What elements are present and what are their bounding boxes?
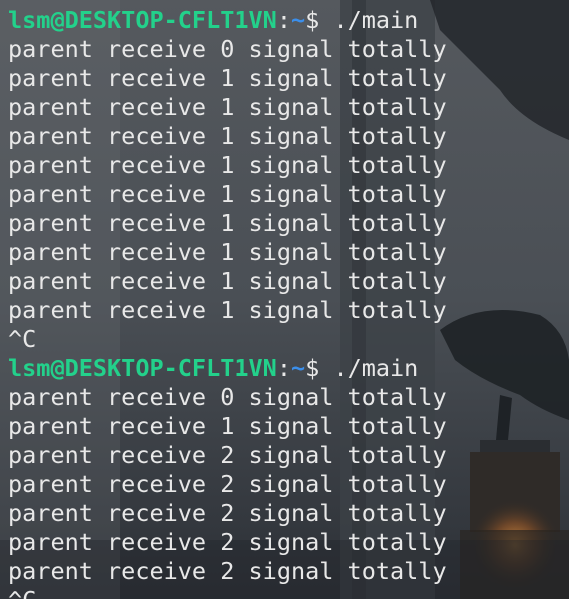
output-line: ^C <box>8 325 37 353</box>
prompt-symbol: $ <box>305 354 334 382</box>
output-line: parent receive 1 signal totally <box>8 122 447 150</box>
prompt-colon: : <box>276 354 291 382</box>
output-line: parent receive 1 signal totally <box>8 64 447 92</box>
terminal-output[interactable]: lsm@DESKTOP-CFLT1VN:~$ ./main parent rece… <box>8 6 563 599</box>
output-line: parent receive 1 signal totally <box>8 151 447 179</box>
output-line: parent receive 2 signal totally <box>8 441 447 469</box>
output-line: parent receive 2 signal totally <box>8 557 447 585</box>
prompt-path: ~ <box>290 354 306 382</box>
output-line: parent receive 0 signal totally <box>8 35 447 63</box>
output-line: parent receive 0 signal totally <box>8 383 447 411</box>
output-line: parent receive 1 signal totally <box>8 209 447 237</box>
output-line: parent receive 2 signal totally <box>8 470 447 498</box>
output-line: parent receive 1 signal totally <box>8 238 447 266</box>
prompt-user-host: lsm@DESKTOP-CFLT1VN <box>8 354 277 382</box>
prompt-user-host: lsm@DESKTOP-CFLT1VN <box>8 6 277 34</box>
output-line: parent receive 2 signal totally <box>8 499 447 527</box>
output-line: parent receive 2 signal totally <box>8 528 447 556</box>
prompt-symbol: $ <box>305 6 334 34</box>
output-line: parent receive 1 signal totally <box>8 296 447 324</box>
prompt-command: ./main <box>333 354 419 382</box>
output-line: parent receive 1 signal totally <box>8 412 447 440</box>
prompt-line: lsm@DESKTOP-CFLT1VN:~$ ./main <box>8 6 563 35</box>
output-line: parent receive 1 signal totally <box>8 180 447 208</box>
prompt-path: ~ <box>290 6 306 34</box>
output-line: parent receive 1 signal totally <box>8 267 447 295</box>
output-line: ^C <box>8 586 563 599</box>
prompt-line: lsm@DESKTOP-CFLT1VN:~$ ./main <box>8 354 563 383</box>
prompt-colon: : <box>276 6 291 34</box>
prompt-command: ./main <box>333 6 419 34</box>
output-line: parent receive 1 signal totally <box>8 93 447 121</box>
